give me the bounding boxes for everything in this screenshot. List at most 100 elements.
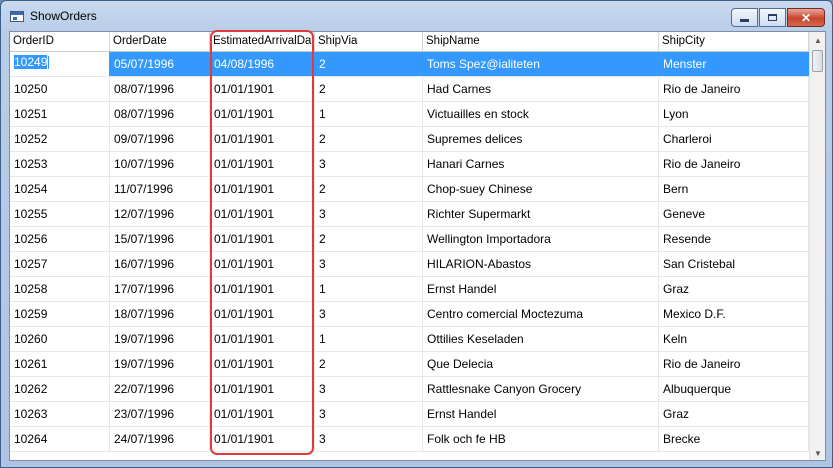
cell-shipvia[interactable]: 1: [315, 102, 423, 126]
table-row[interactable]: 10250 08/07/1996 01/01/1901 2 Had Carnes Rio …: [10, 77, 809, 102]
cell-shipname[interactable]: Toms Spez@ialiteten: [423, 52, 659, 76]
cell-shipcity[interactable]: Graz: [659, 277, 809, 301]
cell-estimatedarrivaldate[interactable]: 01/01/1901: [210, 152, 315, 176]
close-button[interactable]: ✕: [787, 8, 825, 27]
cell-orderdate[interactable]: 24/07/1996: [110, 427, 210, 451]
cell-shipvia[interactable]: 3: [315, 202, 423, 226]
cell-shipvia[interactable]: 2: [315, 127, 423, 151]
vertical-scrollbar[interactable]: ▲ ▼: [809, 32, 825, 460]
cell-shipname[interactable]: Que Delecia: [423, 352, 659, 376]
cell-estimatedarrivaldate[interactable]: 01/01/1901: [210, 377, 315, 401]
cell-orderid[interactable]: 10251: [10, 102, 110, 126]
cell-shipname[interactable]: Rattlesnake Canyon Grocery: [423, 377, 659, 401]
cell-shipname[interactable]: Chop-suey Chinese: [423, 177, 659, 201]
cell-shipcity[interactable]: Menster: [659, 52, 809, 76]
column-header-orderid[interactable]: OrderID: [10, 32, 110, 51]
title-bar[interactable]: ShowOrders ✕: [1, 1, 832, 31]
cell-shipname[interactable]: Folk och fe HB: [423, 427, 659, 451]
cell-orderdate[interactable]: 09/07/1996: [110, 127, 210, 151]
cell-estimatedarrivaldate[interactable]: 01/01/1901: [210, 227, 315, 251]
cell-orderid[interactable]: 10258: [10, 277, 110, 301]
cell-orderdate[interactable]: 08/07/1996: [110, 102, 210, 126]
cell-shipcity[interactable]: Rio de Janeiro: [659, 152, 809, 176]
cell-shipcity[interactable]: Lyon: [659, 102, 809, 126]
cell-estimatedarrivaldate[interactable]: 04/08/1996: [210, 52, 315, 76]
cell-estimatedarrivaldate[interactable]: 01/01/1901: [210, 427, 315, 451]
cell-shipvia[interactable]: 3: [315, 302, 423, 326]
table-row[interactable]: 10262 22/07/1996 01/01/1901 3 Rattlesnake Ca…: [10, 377, 809, 402]
table-row[interactable]: 10260 19/07/1996 01/01/1901 1 Ottilies Kesel…: [10, 327, 809, 352]
cell-orderid[interactable]: 10262: [10, 377, 110, 401]
cell-shipvia[interactable]: 2: [315, 227, 423, 251]
cell-shipcity[interactable]: Geneve: [659, 202, 809, 226]
cell-orderdate[interactable]: 10/07/1996: [110, 152, 210, 176]
cell-orderid[interactable]: 10260: [10, 327, 110, 351]
cell-orderdate[interactable]: 05/07/1996: [110, 52, 210, 76]
cell-shipvia[interactable]: 3: [315, 402, 423, 426]
cell-shipcity[interactable]: Brecke: [659, 427, 809, 451]
cell-estimatedarrivaldate[interactable]: 01/01/1901: [210, 327, 315, 351]
cell-shipcity[interactable]: Rio de Janeiro: [659, 352, 809, 376]
table-row[interactable]: 10251 08/07/1996 01/01/1901 1 Victuailles en…: [10, 102, 809, 127]
cell-shipname[interactable]: Victuailles en stock: [423, 102, 659, 126]
cell-shipname[interactable]: HILARION-Abastos: [423, 252, 659, 276]
cell-orderid[interactable]: 10263: [10, 402, 110, 426]
cell-shipvia[interactable]: 1: [315, 327, 423, 351]
cell-orderdate[interactable]: 11/07/1996: [110, 177, 210, 201]
cell-estimatedarrivaldate[interactable]: 01/01/1901: [210, 202, 315, 226]
cell-shipcity[interactable]: Mexico D.F.: [659, 302, 809, 326]
cell-orderid[interactable]: 10256: [10, 227, 110, 251]
cell-shipvia[interactable]: 3: [315, 377, 423, 401]
table-row[interactable]: 10252 09/07/1996 01/01/1901 2 Supremes delic…: [10, 127, 809, 152]
cell-orderdate[interactable]: 12/07/1996: [110, 202, 210, 226]
scroll-thumb[interactable]: [812, 50, 823, 72]
cell-estimatedarrivaldate[interactable]: 01/01/1901: [210, 77, 315, 101]
table-row[interactable]: 10263 23/07/1996 01/01/1901 3 Ernst Handel Gr…: [10, 402, 809, 427]
cell-orderid[interactable]: 10259: [10, 302, 110, 326]
cell-orderid[interactable]: 10261: [10, 352, 110, 376]
column-header-shipvia[interactable]: ShipVia: [315, 32, 423, 51]
cell-orderdate[interactable]: 15/07/1996: [110, 227, 210, 251]
scroll-down-icon[interactable]: ▼: [810, 445, 825, 460]
cell-estimatedarrivaldate[interactable]: 01/01/1901: [210, 352, 315, 376]
cell-shipname[interactable]: Ottilies Keseladen: [423, 327, 659, 351]
cell-orderid[interactable]: 10257: [10, 252, 110, 276]
cell-estimatedarrivaldate[interactable]: 01/01/1901: [210, 177, 315, 201]
cell-shipcity[interactable]: Bern: [659, 177, 809, 201]
scroll-up-icon[interactable]: ▲: [810, 32, 825, 49]
cell-orderdate[interactable]: 19/07/1996: [110, 352, 210, 376]
cell-orderid[interactable]: 10264: [10, 427, 110, 451]
cell-orderdate[interactable]: 19/07/1996: [110, 327, 210, 351]
table-row[interactable]: 10261 19/07/1996 01/01/1901 2 Que Delecia Rio…: [10, 352, 809, 377]
cell-shipcity[interactable]: Keln: [659, 327, 809, 351]
cell-shipname[interactable]: Had Carnes: [423, 77, 659, 101]
cell-shipcity[interactable]: Graz: [659, 402, 809, 426]
cell-shipvia[interactable]: 3: [315, 252, 423, 276]
cell-estimatedarrivaldate[interactable]: 01/01/1901: [210, 102, 315, 126]
cell-orderid[interactable]: 10252: [10, 127, 110, 151]
cell-shipcity[interactable]: Charleroi: [659, 127, 809, 151]
cell-shipvia[interactable]: 3: [315, 152, 423, 176]
column-header-estimatedarrivaldate[interactable]: EstimatedArrivalDate: [210, 32, 315, 51]
cell-estimatedarrivaldate[interactable]: 01/01/1901: [210, 302, 315, 326]
table-row[interactable]: 10256 15/07/1996 01/01/1901 2 Wellington Imp…: [10, 227, 809, 252]
cell-estimatedarrivaldate[interactable]: 01/01/1901: [210, 127, 315, 151]
cell-estimatedarrivaldate[interactable]: 01/01/1901: [210, 252, 315, 276]
cell-shipvia[interactable]: 2: [315, 352, 423, 376]
cell-shipvia[interactable]: 3: [315, 427, 423, 451]
cell-shipcity[interactable]: Albuquerque: [659, 377, 809, 401]
table-row[interactable]: 10255 12/07/1996 01/01/1901 3 Richter Superm…: [10, 202, 809, 227]
cell-shipcity[interactable]: Rio de Janeiro: [659, 77, 809, 101]
column-header-shipname[interactable]: ShipName: [423, 32, 659, 51]
table-row[interactable]: 10249 05/07/1996 04/08/1996 2 Toms Spez@iali…: [10, 52, 809, 77]
table-row[interactable]: 10253 10/07/1996 01/01/1901 3 Hanari Carnes R…: [10, 152, 809, 177]
cell-shipname[interactable]: Supremes delices: [423, 127, 659, 151]
table-row[interactable]: 10259 18/07/1996 01/01/1901 3 Centro comerci…: [10, 302, 809, 327]
cell-shipname[interactable]: Wellington Importadora: [423, 227, 659, 251]
cell-shipname[interactable]: Centro comercial Moctezuma: [423, 302, 659, 326]
table-row[interactable]: 10258 17/07/1996 01/01/1901 1 Ernst Handel Gr…: [10, 277, 809, 302]
cell-shipcity[interactable]: San Cristebal: [659, 252, 809, 276]
column-header-orderdate[interactable]: OrderDate: [110, 32, 210, 51]
cell-shipvia[interactable]: 2: [315, 52, 423, 76]
cell-estimatedarrivaldate[interactable]: 01/01/1901: [210, 277, 315, 301]
